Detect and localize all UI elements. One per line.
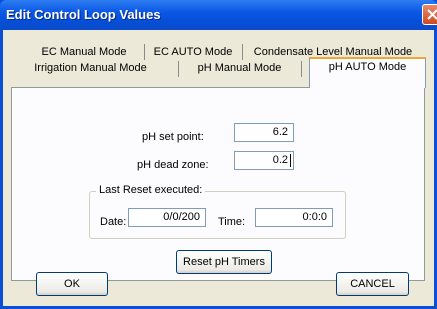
close-x-icon (427, 9, 437, 20)
tab-separator (301, 61, 302, 77)
window-title: Edit Control Loop Values (6, 7, 161, 22)
dialog-body: EC Manual Mode EC AUTO Mode Condensate L… (3, 30, 434, 306)
tab-separator (242, 44, 243, 60)
reset-ph-timers-button[interactable]: Reset pH Timers (176, 250, 272, 274)
deadzone-label: pH dead zone: (137, 159, 209, 171)
last-reset-title: Last Reset executed: (96, 184, 206, 196)
tab-panel-ph-auto: pH set point: 6.2 pH dead zone: 0.2 Last… (11, 87, 425, 281)
close-button[interactable] (422, 4, 437, 25)
date-label: Date: (100, 216, 127, 228)
tab-ph-manual-mode[interactable]: pH Manual Mode (183, 60, 296, 77)
tab-ec-manual-mode[interactable]: EC Manual Mode (25, 44, 143, 61)
tab-irrigation-manual-mode[interactable]: Irrigation Manual Mode (15, 60, 166, 77)
tab-ec-auto-mode[interactable]: EC AUTO Mode (146, 44, 240, 61)
dialog-window: Edit Control Loop Values EC Manual Mode … (0, 0, 437, 309)
date-field[interactable]: 0/0/200 (128, 208, 206, 227)
tab-separator (144, 44, 145, 60)
ok-button[interactable]: OK (36, 272, 108, 296)
title-bar[interactable]: Edit Control Loop Values (0, 0, 437, 30)
ph-deadzone-input[interactable]: 0.2 (234, 151, 294, 170)
setpoint-label: pH set point: (142, 131, 204, 143)
time-field[interactable]: 0:0:0 (255, 208, 333, 227)
text-caret (290, 154, 291, 167)
time-label: Time: (218, 216, 246, 228)
ph-setpoint-input[interactable]: 6.2 (234, 123, 294, 142)
tab-ph-auto-mode[interactable]: pH AUTO Mode (309, 57, 426, 88)
cancel-button[interactable]: CANCEL (336, 272, 409, 296)
tab-separator (178, 61, 179, 77)
